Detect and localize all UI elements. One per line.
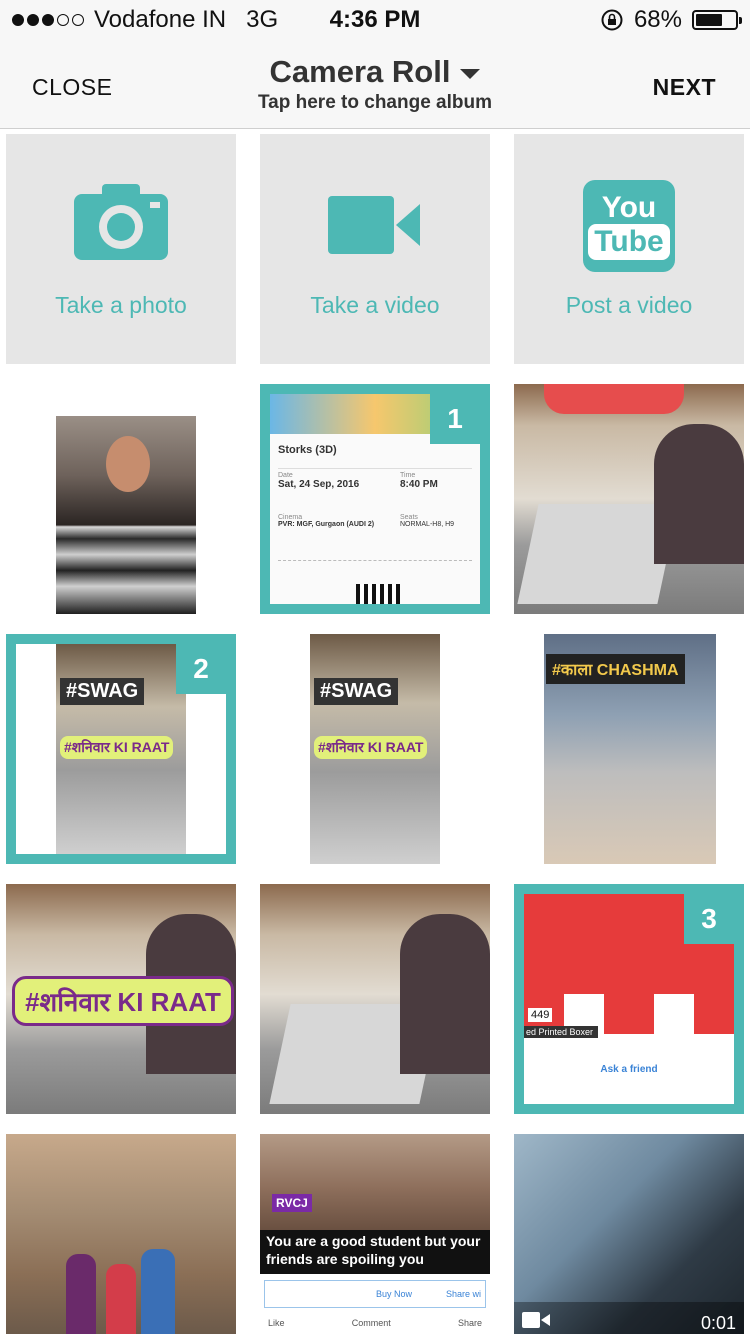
ticket-time-label: Time [400, 472, 416, 479]
status-bar: Vodafone IN 3G 4:36 PM 68% [0, 0, 750, 40]
ticket-cinema-label: Cinema [278, 514, 303, 521]
meme-image [260, 1134, 490, 1244]
next-button[interactable]: NEXT [653, 74, 716, 101]
ticket-thumbnail-selected[interactable]: Storks (3D) Date Sat, 24 Sep, 2016 Time … [260, 384, 490, 614]
post-video-label: Post a video [565, 292, 693, 318]
person-shape [141, 1249, 175, 1334]
navigation-bar: CLOSE Camera Roll Tap here to change alb… [0, 40, 750, 129]
selection-badge: 2 [176, 644, 226, 694]
take-photo-label: Take a photo [55, 292, 187, 318]
like-label: Like [268, 1318, 285, 1328]
take-video-label: Take a video [310, 292, 440, 318]
office-photo-thumbnail[interactable] [260, 884, 490, 1114]
youtube-tube: Tube [588, 224, 670, 260]
selection-badge: 1 [430, 394, 480, 444]
ticket-time: 8:40 PM [400, 479, 438, 490]
take-photo-tile[interactable]: Take a photo [6, 134, 236, 364]
meme-brand: RVCJ [272, 1194, 312, 1212]
status-right: 68% [600, 6, 742, 34]
photo-thumbnail[interactable] [6, 384, 236, 614]
boxer-caption: ed Printed Boxer [524, 1026, 598, 1038]
camera-icon [74, 184, 168, 260]
qr-code [356, 584, 400, 604]
youtube-icon: You Tube [583, 180, 675, 272]
album-picker[interactable]: Camera Roll [0, 54, 750, 90]
ask-friend-link: Ask a friend [600, 1064, 658, 1075]
share-label: Share [457, 1318, 482, 1328]
video-thumbnail[interactable]: 0:01 [514, 1134, 744, 1334]
person-shape [66, 1254, 96, 1334]
meme-post-thumbnail[interactable]: RVCJ You are a good student but your fri… [260, 1134, 490, 1334]
person-shape [654, 424, 744, 564]
kaala-chashma-thumbnail[interactable]: #काला CHASHMA [514, 634, 744, 864]
swag-thumbnail-selected[interactable]: #SWAG #शनिवार KI RAAT 2 [6, 634, 236, 864]
post-video-tile[interactable]: You Tube Post a video [514, 134, 744, 364]
video-camera-icon [522, 1312, 550, 1328]
ticket-title: Storks (3D) [278, 444, 337, 456]
swag-sticker: #SWAG [314, 678, 399, 705]
swag-thumbnail[interactable]: #SWAG #शनिवार KI RAAT [260, 634, 490, 864]
shanivar-sticker: #शनिवार KI RAAT [60, 736, 174, 759]
office-photo-thumbnail[interactable] [514, 384, 744, 614]
battery-icon [692, 10, 742, 30]
ticket-cinema: PVR: MGF, Gurgaon (AUDI 2) [278, 521, 375, 528]
boxer-thumbnail-selected[interactable]: 449 ed Printed Boxer Ask a friend 3 [514, 884, 744, 1114]
take-video-tile[interactable]: Take a video [260, 134, 490, 364]
shanivar-photo-thumbnail[interactable]: #शनिवार KI RAAT [6, 884, 236, 1114]
buy-now-link: Buy Now [375, 1289, 412, 1299]
travel-photo-thumbnail[interactable] [6, 1134, 236, 1334]
person-shape [106, 1264, 136, 1334]
battery-percent: 68% [633, 6, 682, 33]
comment-label: Comment [351, 1318, 391, 1328]
ticket-seats-label: Seats [400, 514, 418, 521]
shanivar-sticker: #शनिवार KI RAAT [314, 736, 428, 759]
share-with-link: Share wi [445, 1289, 481, 1299]
battery-fill [696, 14, 722, 26]
selection-badge: 3 [684, 894, 734, 944]
person-shape [400, 914, 490, 1074]
boxer-price: 449 [528, 1008, 553, 1022]
shanivar-sticker: #शनिवार KI RAAT [12, 976, 234, 1026]
youtube-you: You [601, 191, 657, 224]
video-camera-icon [328, 196, 420, 254]
ticket-date-label: Date [278, 472, 293, 479]
ticket-date: Sat, 24 Sep, 2016 [278, 479, 360, 490]
face-shape [106, 436, 150, 492]
ticket-card: Storks (3D) Date Sat, 24 Sep, 2016 Time … [270, 434, 480, 604]
album-title: Camera Roll [269, 54, 451, 89]
ticket-seats: NORMAL-H8, H9 [400, 521, 455, 528]
caret-down-icon [460, 68, 481, 79]
sticker-shape [544, 384, 684, 414]
meme-actions: Buy Now Share wi [264, 1280, 486, 1308]
swag-sticker: #SWAG [60, 678, 145, 705]
rotation-lock-icon [601, 9, 623, 31]
meme-social-bar: Like Comment Share [268, 1318, 482, 1328]
video-duration: 0:01 [700, 1313, 736, 1333]
kaala-sticker: #काला CHASHMA [546, 654, 685, 684]
meme-caption: You are a good student but your friends … [260, 1230, 490, 1274]
album-hint[interactable]: Tap here to change album [0, 92, 750, 114]
